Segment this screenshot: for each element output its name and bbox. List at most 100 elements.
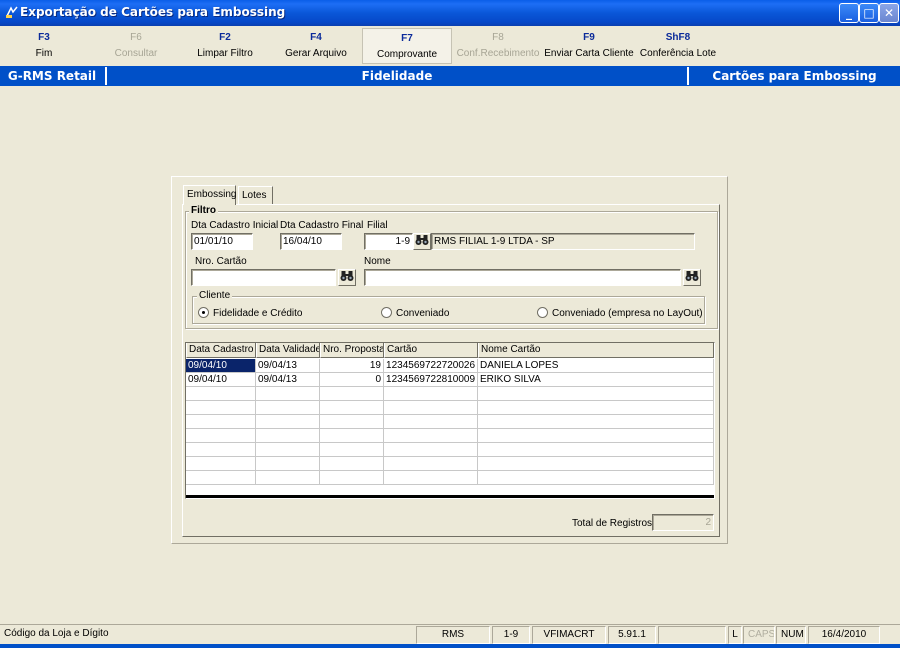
empty-cell	[384, 401, 478, 415]
empty-cell	[384, 429, 478, 443]
fkey-gerar-arquivo[interactable]: F4 Gerar Arquivo	[280, 28, 352, 64]
fkey-key: F6	[130, 32, 142, 43]
col-header-data-validade[interactable]: Data Validade	[256, 343, 320, 358]
empty-cell	[320, 429, 384, 443]
fkey-key: F4	[310, 32, 322, 43]
status-l: L	[728, 626, 742, 644]
fkey-key: F8	[492, 32, 504, 43]
fkey-label: Conf.Recebimento	[456, 48, 540, 59]
dta-final-label: Dta Cadastro Final	[280, 220, 364, 231]
empty-cell	[384, 443, 478, 457]
status-bar: Código da Loja e Dígito RMS 1-9 VFIMACRT…	[0, 624, 900, 644]
status-filial: 1-9	[492, 626, 530, 644]
empty-cell	[478, 471, 714, 485]
header-module: Fidelidade	[361, 69, 433, 83]
maximize-button[interactable]: □	[859, 3, 879, 23]
fkey-enviar-carta-cliente[interactable]: F9 Enviar Carta Cliente	[543, 28, 635, 64]
radio-label: Conveniado (empresa no LayOut)	[552, 308, 703, 319]
nome-label: Nome	[364, 256, 391, 267]
empty-cell	[256, 443, 320, 457]
empty-cell	[256, 401, 320, 415]
fkey-consultar[interactable]: F6 Consultar	[106, 28, 166, 64]
fkey-label: Limpar Filtro	[197, 48, 253, 59]
fkey-key: F7	[401, 33, 413, 44]
table-row-cell[interactable]: 1234569722720026	[384, 359, 478, 373]
radio-selected-icon	[198, 307, 209, 318]
empty-cell	[320, 387, 384, 401]
filtro-title: Filtro	[189, 205, 218, 216]
col-header-nro-proposta[interactable]: Nro. Proposta	[320, 343, 384, 358]
table-row-cell[interactable]: 09/04/10	[186, 373, 256, 387]
table-row-cell[interactable]: 1234569722810009	[384, 373, 478, 387]
col-header-cartao[interactable]: Cartão	[384, 343, 478, 358]
table-row-cell[interactable]: 09/04/13	[256, 359, 320, 373]
radio-label: Conveniado	[396, 308, 450, 319]
fkey-key: ShF8	[665, 32, 691, 43]
dta-inicial-label: Dta Cadastro Inicial	[191, 220, 279, 231]
binoculars-icon	[340, 271, 354, 281]
empty-cell	[186, 415, 256, 429]
empty-cell	[478, 415, 714, 429]
table-row-cell[interactable]: 19	[320, 359, 384, 373]
empty-cell	[186, 457, 256, 471]
empty-cell	[384, 415, 478, 429]
fkey-key: F3	[38, 32, 50, 43]
empty-cell	[478, 457, 714, 471]
tab-embossing[interactable]: Embossing	[183, 185, 236, 205]
table-row-cell[interactable]: 0	[320, 373, 384, 387]
table-row-cell[interactable]: ERIKO SILVA	[478, 373, 714, 387]
fkey-label: Consultar	[114, 48, 158, 59]
nro-cartao-input[interactable]	[191, 269, 336, 286]
filial-search-button[interactable]	[413, 233, 431, 250]
radio-unselected-icon	[537, 307, 548, 318]
col-header-nome-cartao[interactable]: Nome Cartão	[478, 343, 714, 358]
window-title: Exportação de Cartões para Embossing	[20, 5, 286, 19]
minimize-button[interactable]: _	[839, 3, 859, 23]
nome-search-button[interactable]	[683, 269, 701, 286]
col-header-data-cadastro[interactable]: Data Cadastro	[186, 343, 256, 358]
radio-conveniado[interactable]: Conveniado	[381, 307, 449, 319]
bottom-accent-bar	[0, 644, 900, 648]
empty-cell	[320, 443, 384, 457]
empty-cell	[186, 387, 256, 401]
empty-cell	[478, 429, 714, 443]
filial-input[interactable]: 1-9	[364, 233, 413, 250]
status-versao: 5.91.1	[608, 626, 656, 644]
cliente-title: Cliente	[197, 290, 233, 301]
status-sistema: RMS	[416, 626, 490, 644]
dta-inicial-input[interactable]: 01/01/10	[191, 233, 253, 250]
status-programa: VFIMACRT	[532, 626, 606, 644]
fkey-key: F2	[219, 32, 231, 43]
status-hint: Código da Loja e Dígito	[4, 628, 109, 639]
empty-cell	[256, 471, 320, 485]
table-row-cell[interactable]: DANIELA LOPES	[478, 359, 714, 373]
empty-cell	[478, 443, 714, 457]
table-row-cell[interactable]: 09/04/13	[256, 373, 320, 387]
dta-final-input[interactable]: 16/04/10	[280, 233, 342, 250]
fkey-label: Enviar Carta Cliente	[544, 48, 634, 59]
cards-grid[interactable]: Data Cadastro Data Validade Nro. Propost…	[185, 342, 715, 499]
table-row-cell[interactable]: 09/04/10	[186, 359, 256, 373]
empty-cell	[320, 401, 384, 415]
status-num: NUM	[776, 626, 806, 644]
radio-conveniado-empresa[interactable]: Conveniado (empresa no LayOut)	[537, 307, 703, 319]
filial-label: Filial	[367, 220, 388, 231]
fkey-label: Fim	[35, 48, 53, 59]
binoculars-icon	[685, 271, 699, 281]
title-bar: Exportação de Cartões para Embossing _ □…	[0, 0, 900, 26]
cartao-search-button[interactable]	[338, 269, 356, 286]
fkey-conferencia-lote[interactable]: ShF8 Conferência Lote	[638, 28, 718, 64]
empty-cell	[384, 471, 478, 485]
fkey-fim[interactable]: F3 Fim	[14, 28, 74, 64]
grid-body: Data Cadastro Data Validade Nro. Propost…	[186, 343, 714, 498]
fkey-limpar-filtro[interactable]: F2 Limpar Filtro	[190, 28, 260, 64]
radio-fidelidade[interactable]: Fidelidade e Crédito	[198, 307, 303, 319]
fkey-label: Conferência Lote	[639, 48, 717, 59]
header-screen: Cartões para Embossing	[712, 69, 877, 83]
fkey-conf-recebimento[interactable]: F8 Conf.Recebimento	[455, 28, 541, 64]
fkey-key: F9	[583, 32, 595, 43]
fkey-comprovante[interactable]: F7 Comprovante	[362, 28, 452, 64]
close-button[interactable]: ✕	[879, 3, 899, 23]
tab-lotes[interactable]: Lotes	[238, 186, 273, 204]
nome-input[interactable]	[364, 269, 681, 286]
